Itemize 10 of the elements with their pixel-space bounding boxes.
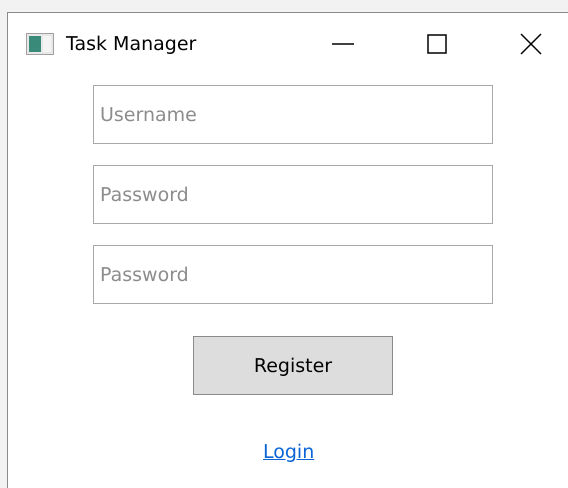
password-field[interactable]: Password	[93, 165, 493, 224]
minimize-icon	[332, 43, 354, 45]
username-field[interactable]: Username	[93, 85, 493, 144]
app-icon	[26, 33, 54, 55]
close-icon	[520, 33, 542, 55]
maximize-icon	[427, 34, 447, 54]
password-field[interactable]: Password	[93, 245, 493, 304]
login-link[interactable]: Login	[263, 441, 314, 463]
register-button[interactable]: Register	[193, 336, 393, 395]
window-title: Task Manager	[66, 33, 196, 55]
